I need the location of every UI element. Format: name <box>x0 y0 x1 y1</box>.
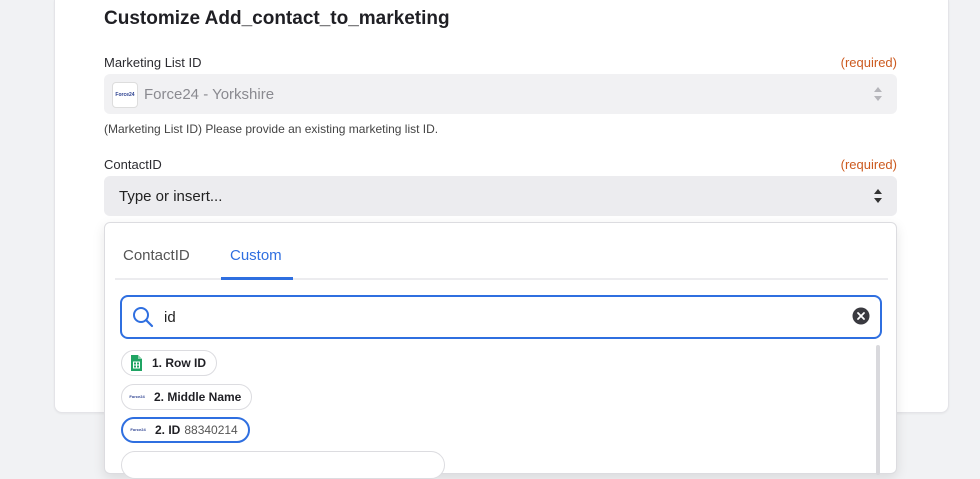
force24-logo: Force24 <box>112 82 138 108</box>
option-partial[interactable] <box>121 451 445 479</box>
option-label: 1. Row ID <box>152 356 207 370</box>
tab-contactid[interactable]: ContactID <box>123 247 190 264</box>
search-icon <box>133 307 154 328</box>
force24-logo-icon: Force24 <box>130 427 146 432</box>
tab-custom[interactable]: Custom <box>230 247 282 264</box>
search-box[interactable] <box>120 295 882 339</box>
scrollbar[interactable] <box>876 345 880 475</box>
marketing-list-required: (required) <box>840 55 897 70</box>
marketing-list-label: Marketing List ID <box>104 55 202 70</box>
clear-search-icon[interactable] <box>852 307 870 325</box>
contact-id-select[interactable]: Type or insert... <box>104 176 897 216</box>
search-input[interactable] <box>162 306 816 328</box>
option-id[interactable]: Force24 2. ID 88340214 <box>121 417 250 443</box>
option-value: 88340214 <box>184 423 238 437</box>
option-row-id[interactable]: 1. Row ID <box>121 350 218 376</box>
page-title: Customize Add_contact_to_marketing <box>104 8 450 29</box>
field-picker-dropdown: ContactID Custom 1. Row ID Force24 2. Mi… <box>104 222 897 479</box>
option-middle-name[interactable]: Force24 2. Middle Name <box>121 384 253 410</box>
google-sheets-icon <box>131 355 142 371</box>
sort-arrows-icon <box>874 189 882 203</box>
marketing-list-select[interactable]: Force24 Force24 - Yorkshire <box>104 74 897 114</box>
marketing-list-help: (Marketing List ID) Please provide an ex… <box>104 122 439 136</box>
force24-logo-icon: Force24 <box>129 394 145 399</box>
contact-id-label: ContactID <box>104 157 162 172</box>
contact-id-placeholder: Type or insert... <box>119 188 223 205</box>
active-tab-indicator <box>221 277 293 280</box>
contact-id-required: (required) <box>840 157 897 172</box>
option-label: 2. ID <box>155 423 181 437</box>
option-label: 2. Middle Name <box>154 390 242 404</box>
sort-arrows-icon <box>874 87 882 101</box>
marketing-list-value: Force24 - Yorkshire <box>144 86 275 103</box>
